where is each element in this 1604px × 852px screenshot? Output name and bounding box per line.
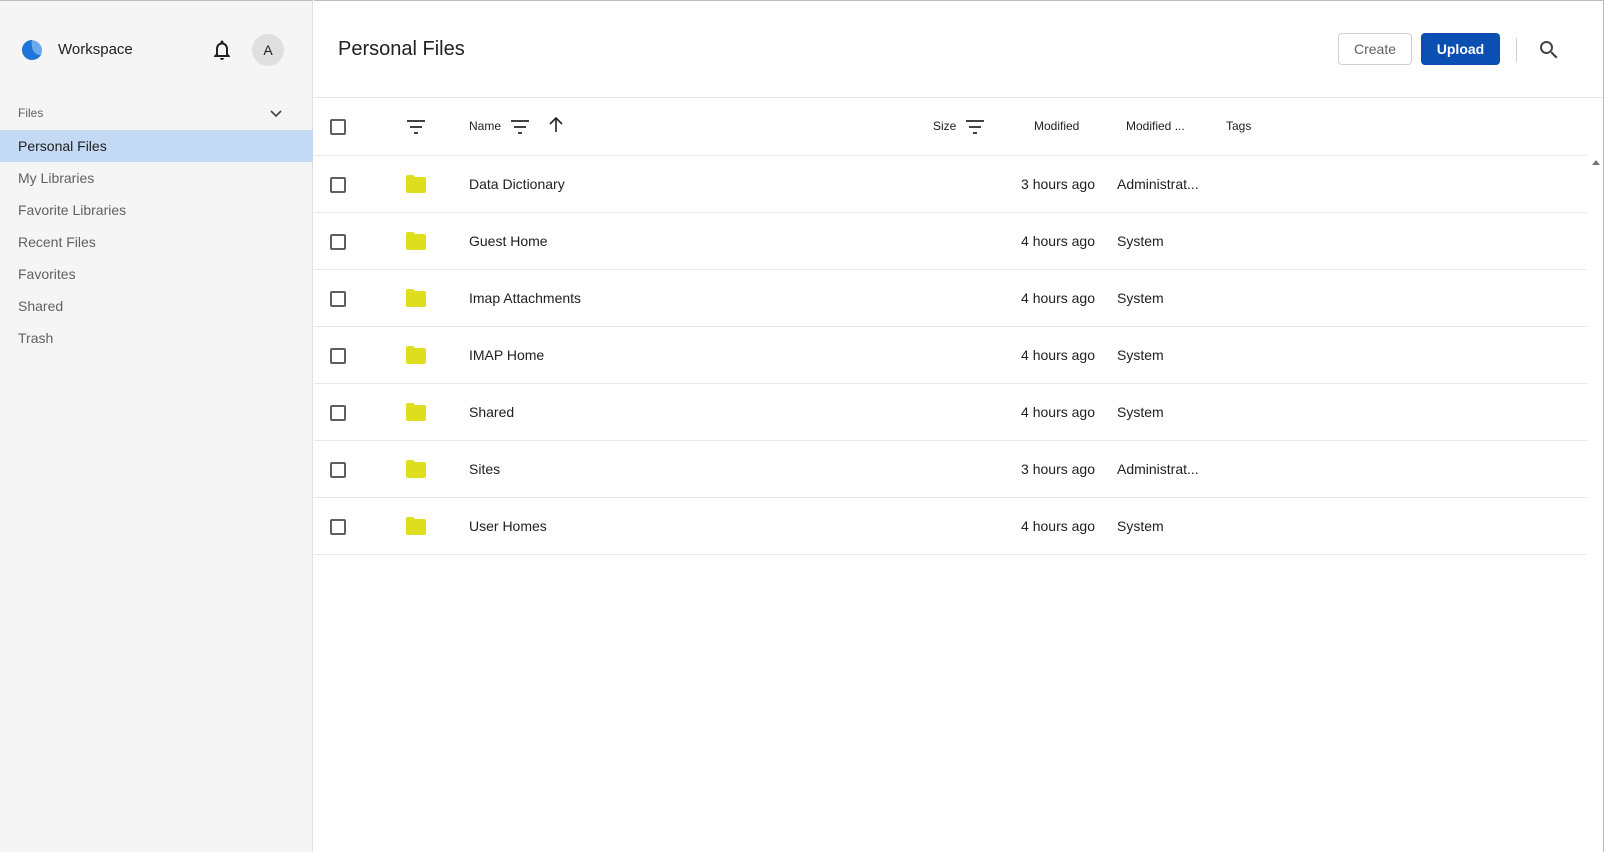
- row-checkbox[interactable]: [330, 405, 346, 421]
- row-name[interactable]: User Homes: [469, 518, 547, 534]
- table-row[interactable]: Shared 4 hours ago System: [314, 384, 1587, 441]
- column-header-modified[interactable]: Modified: [1034, 119, 1079, 133]
- upload-button[interactable]: Upload: [1421, 33, 1500, 65]
- folder-icon: [406, 403, 426, 421]
- row-name[interactable]: Guest Home: [469, 233, 548, 249]
- page-title: Personal Files: [338, 38, 465, 60]
- chevron-down-icon[interactable]: [268, 105, 284, 121]
- table-body: Data Dictionary 3 hours ago Administrat.…: [314, 156, 1587, 555]
- files-section-title: Files: [18, 106, 44, 120]
- column-header-modified-by[interactable]: Modified ...: [1126, 119, 1185, 133]
- folder-icon: [406, 232, 426, 250]
- table-row[interactable]: Imap Attachments 4 hours ago System: [314, 270, 1587, 327]
- table-row[interactable]: Data Dictionary 3 hours ago Administrat.…: [314, 156, 1587, 213]
- column-header-size[interactable]: Size: [933, 119, 956, 133]
- row-checkbox[interactable]: [330, 519, 346, 535]
- scroll-up-arrow-icon[interactable]: [1592, 158, 1600, 166]
- table-row[interactable]: IMAP Home 4 hours ago System: [314, 327, 1587, 384]
- header-divider: [1516, 38, 1517, 62]
- avatar[interactable]: A: [252, 34, 284, 66]
- row-modified: 3 hours ago: [1021, 176, 1095, 192]
- row-name[interactable]: Shared: [469, 404, 514, 420]
- table-row[interactable]: Sites 3 hours ago Administrat...: [314, 441, 1587, 498]
- folder-icon: [406, 346, 426, 364]
- row-name[interactable]: Sites: [469, 461, 500, 477]
- folder-icon: [406, 517, 426, 535]
- column-header-name[interactable]: Name: [469, 119, 501, 133]
- column-header-tags[interactable]: Tags: [1226, 119, 1251, 133]
- filter-icon[interactable]: [404, 115, 428, 139]
- row-modified-by: System: [1117, 404, 1164, 420]
- brand-area: Workspace A: [0, 1, 313, 101]
- row-modified: 4 hours ago: [1021, 233, 1095, 249]
- app-logo-icon[interactable]: [20, 38, 44, 62]
- search-icon[interactable]: [1537, 38, 1561, 62]
- sort-arrow-up-icon[interactable]: [544, 113, 568, 137]
- folder-icon: [406, 175, 426, 193]
- row-modified: 4 hours ago: [1021, 404, 1095, 420]
- folder-icon: [406, 460, 426, 478]
- main-content: Personal Files Create Upload Name Size M…: [314, 0, 1604, 852]
- row-modified-by: System: [1117, 347, 1164, 363]
- app-name: Workspace: [58, 41, 133, 58]
- name-filter-icon[interactable]: [508, 115, 532, 139]
- page-header: Personal Files Create Upload: [314, 1, 1603, 98]
- bell-icon[interactable]: [210, 38, 234, 62]
- row-modified-by: System: [1117, 518, 1164, 534]
- sidebar-nav: Personal Files My Libraries Favorite Lib…: [0, 130, 313, 354]
- row-modified: 4 hours ago: [1021, 518, 1095, 534]
- row-modified-by: System: [1117, 233, 1164, 249]
- row-checkbox[interactable]: [330, 291, 346, 307]
- row-name[interactable]: IMAP Home: [469, 347, 544, 363]
- row-modified: 3 hours ago: [1021, 461, 1095, 477]
- row-modified: 4 hours ago: [1021, 347, 1095, 363]
- row-name[interactable]: Imap Attachments: [469, 290, 581, 306]
- row-checkbox[interactable]: [330, 462, 346, 478]
- table-header: Name Size Modified Modified ... Tags: [314, 99, 1587, 156]
- folder-icon: [406, 289, 426, 307]
- sidebar-item-personal-files[interactable]: Personal Files: [0, 130, 313, 162]
- sidebar: Workspace A Files Personal Files My Libr…: [0, 0, 313, 852]
- sidebar-item-trash[interactable]: Trash: [0, 322, 313, 354]
- row-modified-by: Administrat...: [1117, 176, 1199, 192]
- sidebar-item-favorite-libraries[interactable]: Favorite Libraries: [0, 194, 313, 226]
- row-modified: 4 hours ago: [1021, 290, 1095, 306]
- row-modified-by: Administrat...: [1117, 461, 1199, 477]
- files-section-header[interactable]: Files: [0, 101, 313, 129]
- size-filter-icon[interactable]: [963, 115, 987, 139]
- sidebar-item-my-libraries[interactable]: My Libraries: [0, 162, 313, 194]
- row-checkbox[interactable]: [330, 348, 346, 364]
- table-row[interactable]: Guest Home 4 hours ago System: [314, 213, 1587, 270]
- row-checkbox[interactable]: [330, 234, 346, 250]
- sidebar-item-shared[interactable]: Shared: [0, 290, 313, 322]
- select-all-checkbox[interactable]: [330, 119, 346, 135]
- sidebar-item-recent-files[interactable]: Recent Files: [0, 226, 313, 258]
- row-modified-by: System: [1117, 290, 1164, 306]
- sidebar-item-favorites[interactable]: Favorites: [0, 258, 313, 290]
- row-name[interactable]: Data Dictionary: [469, 176, 565, 192]
- table-row[interactable]: User Homes 4 hours ago System: [314, 498, 1587, 555]
- row-checkbox[interactable]: [330, 177, 346, 193]
- create-button[interactable]: Create: [1338, 33, 1412, 65]
